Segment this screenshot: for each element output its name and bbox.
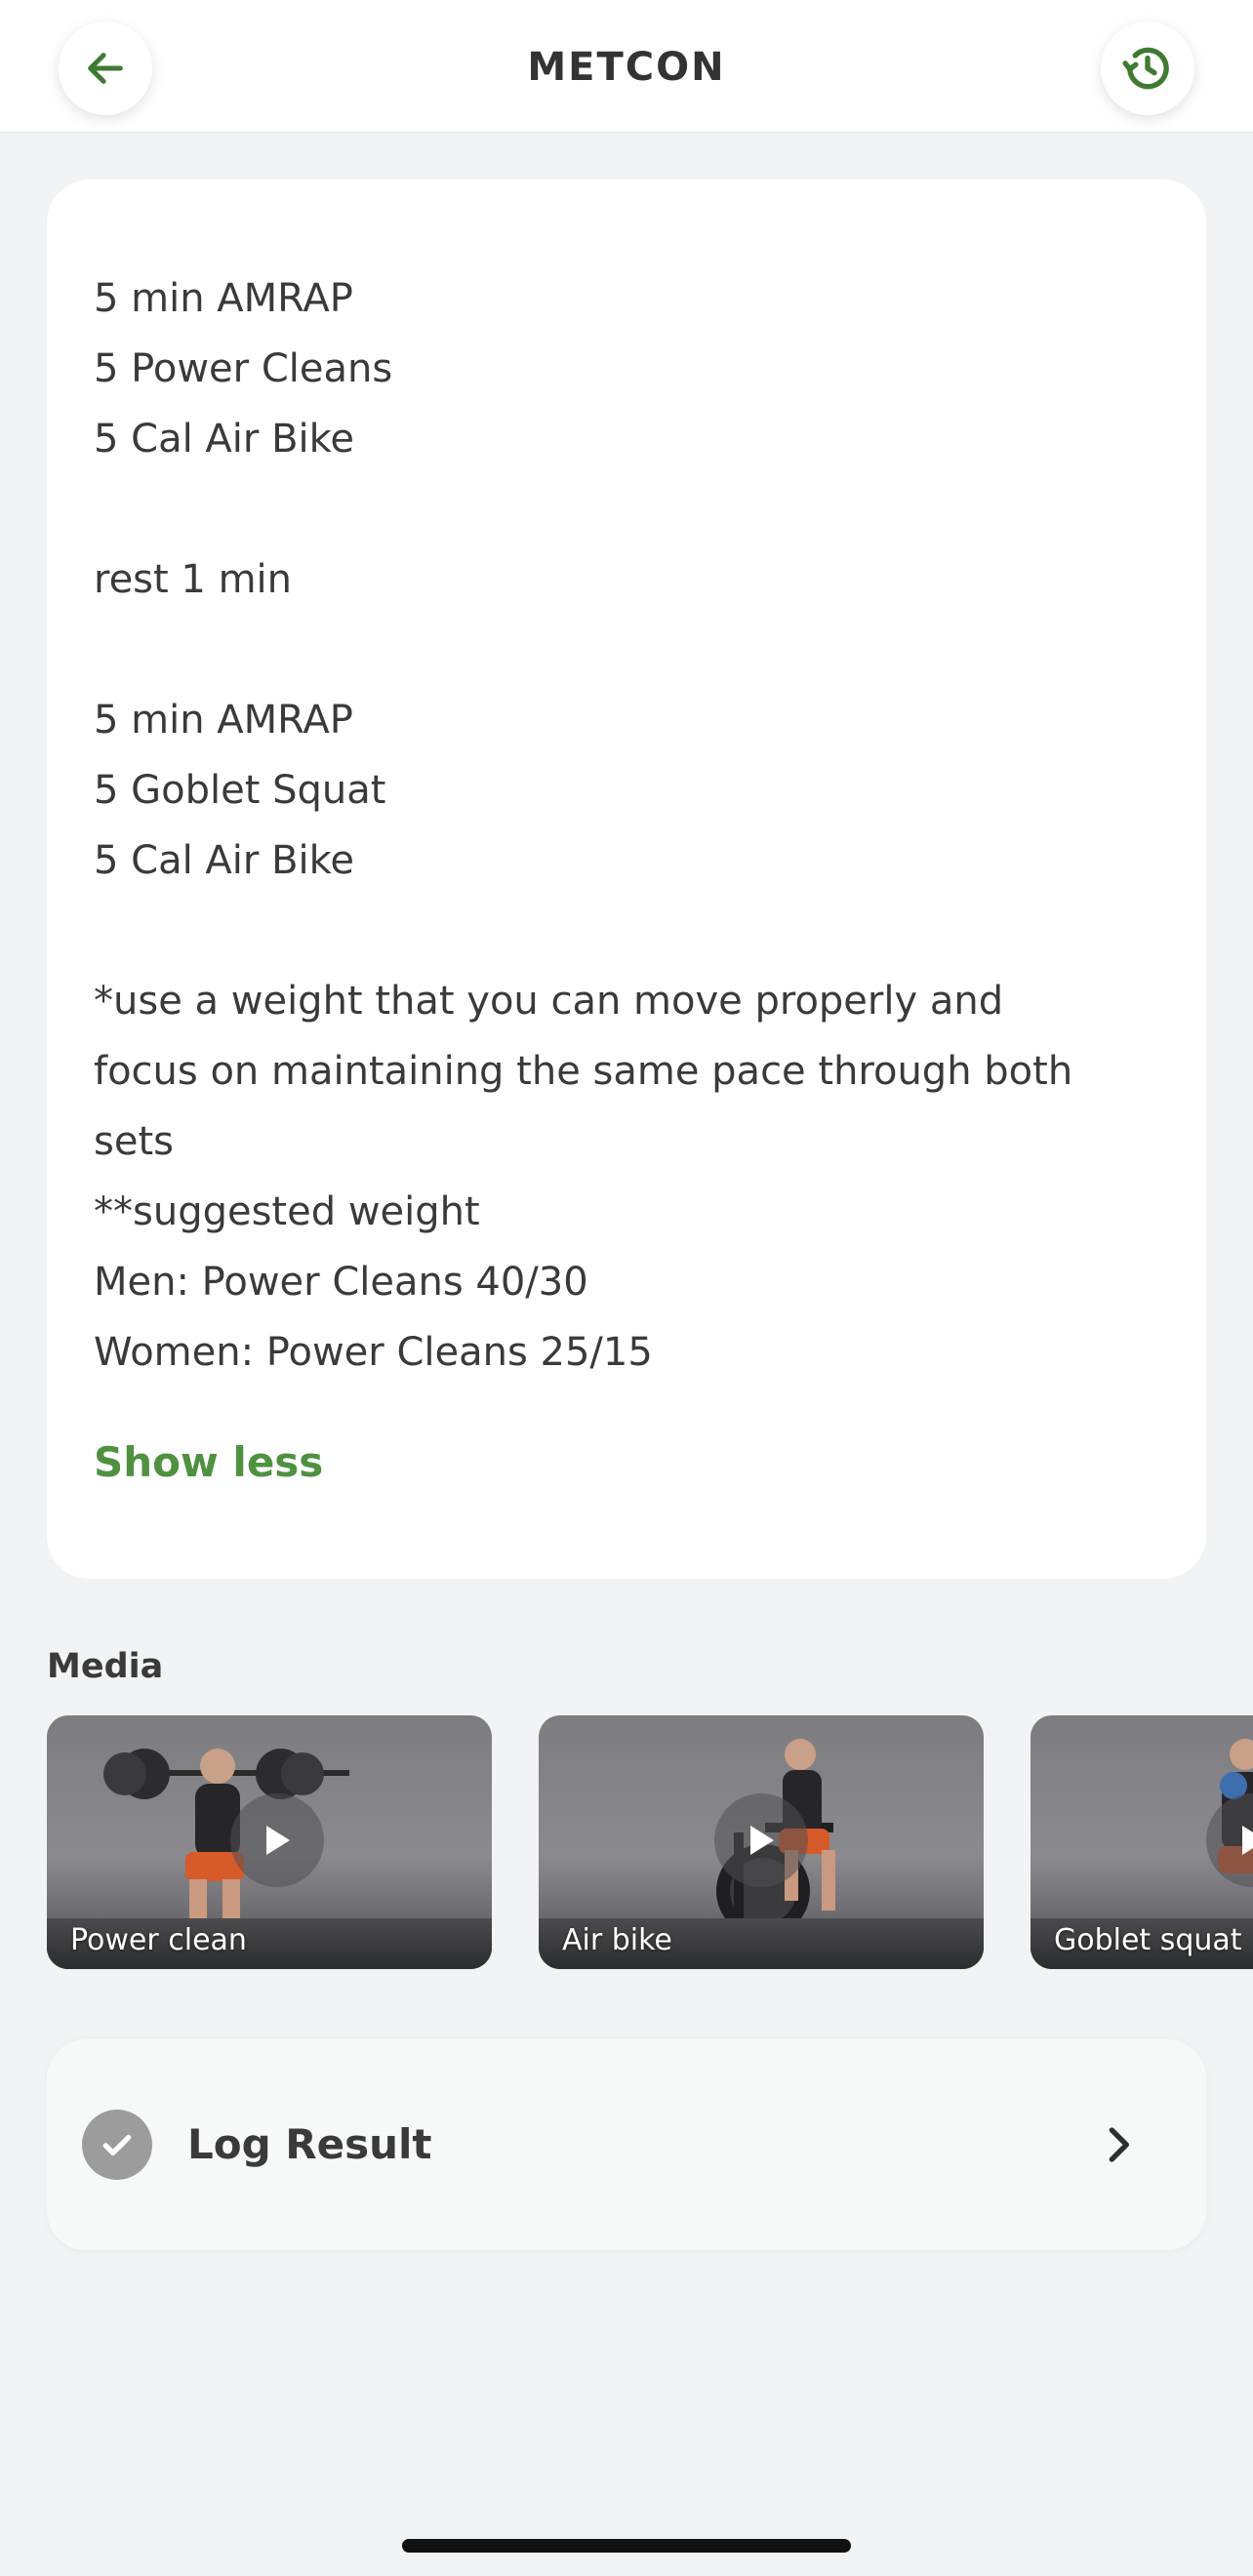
show-less-link[interactable]: Show less <box>94 1438 323 1486</box>
media-label: Goblet squat <box>1054 1923 1242 1957</box>
description-line: 5 min AMRAP <box>94 276 353 321</box>
description-line: **suggested weight <box>94 1189 480 1234</box>
log-result-button[interactable]: Log Result <box>47 2039 1206 2250</box>
description-line: 5 Cal Air Bike <box>94 417 354 462</box>
home-indicator <box>402 2539 851 2553</box>
history-button[interactable] <box>1101 21 1194 115</box>
description-line: 5 Goblet Squat <box>94 768 386 813</box>
media-video-air-bike[interactable]: Air bike <box>539 1715 984 1969</box>
description-line: focus on maintaining the same pace throu… <box>94 1049 1073 1094</box>
media-label: Power clean <box>70 1923 247 1957</box>
workout-description: 5 min AMRAP 5 Power Cleans 5 Cal Air Bik… <box>94 263 1167 1388</box>
top-app-bar: METCON <box>0 0 1253 133</box>
media-video-power-clean[interactable]: Power clean <box>47 1715 492 1969</box>
description-line: sets <box>94 1119 174 1164</box>
description-line: Men: Power Cleans 40/30 <box>94 1260 588 1305</box>
back-button[interactable] <box>59 21 152 115</box>
chevron-right-icon <box>1093 2119 1144 2170</box>
media-heading: Media <box>47 1647 164 1686</box>
description-line: rest 1 min <box>94 557 293 602</box>
history-icon <box>1122 47 1169 90</box>
description-line: 5 Cal Air Bike <box>94 838 354 883</box>
media-label: Air bike <box>562 1923 672 1957</box>
play-icon[interactable] <box>714 1793 808 1887</box>
page-title: METCON <box>527 45 726 90</box>
description-line: 5 Power Cleans <box>94 346 393 391</box>
play-icon[interactable] <box>230 1793 324 1887</box>
description-line: Women: Power Cleans 25/15 <box>94 1330 653 1375</box>
description-line: 5 min AMRAP <box>94 698 353 743</box>
log-result-label: Log Result <box>187 2120 432 2168</box>
media-carousel[interactable]: Power clean Air bike Goblet squat <box>47 1715 1253 1969</box>
description-line: *use a weight that you can move properly… <box>94 979 1004 1024</box>
media-video-goblet-squat[interactable]: Goblet squat <box>1031 1715 1253 1969</box>
arrow-left-icon <box>88 53 123 84</box>
check-icon <box>82 2110 152 2180</box>
workout-description-card: 5 min AMRAP 5 Power Cleans 5 Cal Air Bik… <box>47 180 1206 1579</box>
